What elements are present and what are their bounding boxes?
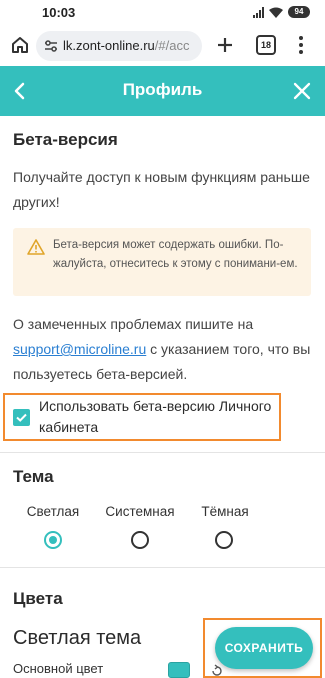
theme-option-dark-label[interactable]: Тёмная [180,504,270,519]
colors-section-title: Цвета [13,589,63,608]
wifi-icon [269,7,283,18]
browser-toolbar: lk.zont-online.ru/#/acc 18 [0,26,325,66]
url-text: lk.zont-online.ru/#/acc [63,38,189,53]
divider [0,452,325,453]
primary-color-label: Основной цвет [13,661,104,676]
theme-radio-light[interactable] [44,531,62,549]
theme-radio-system[interactable] [131,531,149,549]
status-bar: 10:03 94 [0,0,325,26]
save-button-highlight: СОХРАНИТЬ [203,618,322,678]
theme-radio-dark[interactable] [215,531,233,549]
beta-opt-in-row[interactable]: Использовать бета-версию Личного кабинет… [3,393,281,441]
signal-icon [253,6,264,18]
battery-icon: 94 [288,6,310,18]
theme-option-light-label[interactable]: Светлая [8,504,98,519]
app-header: Профиль [0,66,325,116]
theme-option-system-label[interactable]: Системная [95,504,185,519]
theme-section-title: Тема [13,467,54,486]
beta-description: Получайте доступ к новым функциям раньше… [13,169,310,210]
beta-report-prefix: О замеченных проблемах пишите на [13,316,254,332]
close-icon[interactable] [291,80,313,102]
url-bar[interactable]: lk.zont-online.ru/#/acc [36,31,202,61]
page-title: Профиль [122,80,203,99]
beta-section-title: Бета-версия [13,130,118,149]
status-time: 10:03 [42,5,76,20]
new-tab-icon[interactable] [215,35,235,55]
primary-color-swatch[interactable] [168,662,190,678]
status-icons: 94 [253,6,310,18]
tab-switcher-button[interactable]: 18 [256,35,276,55]
save-button[interactable]: СОХРАНИТЬ [215,627,313,669]
beta-warning-box: Бета-версия может содержать ошибки. По-ж… [13,228,311,296]
more-menu-icon[interactable] [298,36,304,56]
url-path: /#/acc [154,38,190,53]
profile-content[interactable]: Бета-версия Получайте доступ к новым фун… [0,116,325,678]
beta-checkbox-label[interactable]: Использовать бета-версию Личного кабинет… [39,396,279,438]
beta-checkbox[interactable] [13,409,30,426]
url-host: lk.zont-online.ru [63,38,155,53]
divider [0,567,325,568]
home-icon[interactable] [10,35,30,55]
warning-icon [27,239,45,255]
light-theme-title: Светлая тема [13,627,142,649]
support-email-link[interactable]: support@microline.ru [13,341,146,357]
site-settings-icon[interactable] [44,39,58,53]
beta-report-text: О замеченных проблемах пишите на support@… [13,312,313,387]
beta-warning-text: Бета-версия может содержать ошибки. По-ж… [53,239,298,270]
